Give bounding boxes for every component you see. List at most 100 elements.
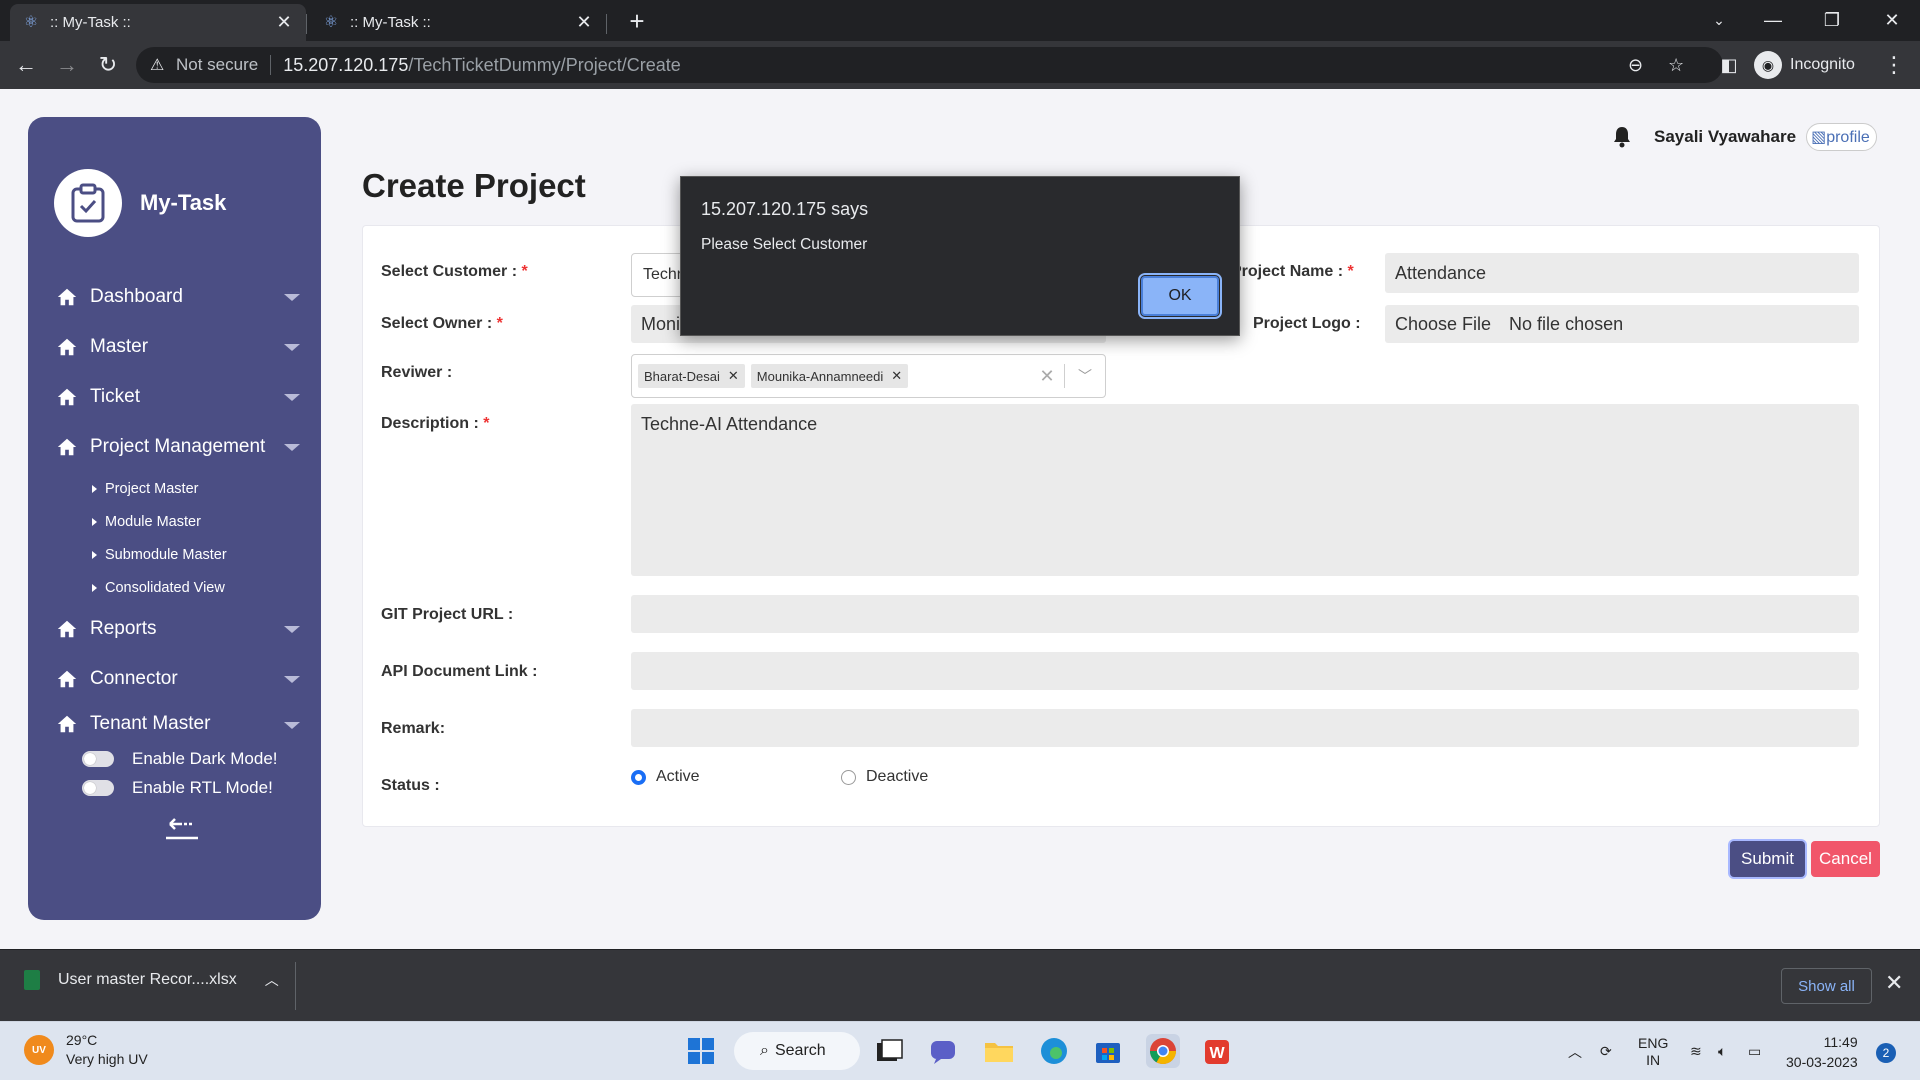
sidebar-item-consolidated-view[interactable]: Consolidated View [92, 571, 296, 604]
tab-title: :: My-Task :: [50, 14, 131, 31]
sidebar-item-ticket[interactable]: Ticket [56, 372, 300, 422]
sidebar-item-project-management[interactable]: Project Management [56, 422, 300, 472]
reviewer-multiselect[interactable]: Bharat-Desai ✕ Mounika-Annamneedi ✕ ✕ ﹀ [631, 354, 1106, 398]
volume-icon[interactable]: 🔈︎ [1718, 1022, 1726, 1080]
caret-down-icon [284, 294, 300, 301]
clipboard-check-icon [54, 169, 122, 237]
forward-button[interactable]: → [53, 51, 81, 79]
zoom-icon[interactable]: ⊖ [1628, 47, 1643, 83]
sidebar-item-module-master[interactable]: Module Master [92, 505, 296, 538]
language-indicator[interactable]: ENG IN [1638, 1022, 1668, 1080]
description-label-text: Description : [381, 415, 479, 432]
status-label: Status : [381, 777, 440, 794]
tab-search-icon[interactable]: ⌄ [1699, 6, 1739, 34]
caret-right-icon [92, 484, 97, 493]
api-doc-input[interactable] [631, 652, 1859, 690]
chevron-up-icon[interactable]: ︿ [265, 970, 279, 990]
submenu-label: Module Master [105, 513, 201, 530]
file-explorer-icon[interactable] [982, 1034, 1016, 1068]
sidebar-item-master[interactable]: Master [56, 322, 300, 372]
alert-dialog: 15.207.120.175 says Please Select Custom… [680, 176, 1240, 336]
radio-label: Active [656, 768, 700, 785]
warning-icon[interactable]: ⚠ [150, 55, 170, 75]
bell-icon[interactable] [1612, 126, 1632, 148]
git-url-input[interactable] [631, 595, 1859, 633]
sidebar-item-reports[interactable]: Reports [56, 604, 300, 654]
security-label[interactable]: Not secure [176, 55, 258, 75]
battery-icon[interactable]: ▭ [1748, 1022, 1761, 1080]
close-window-button[interactable]: ✕ [1872, 6, 1912, 34]
remove-chip-icon[interactable]: ✕ [891, 368, 902, 384]
browser-tab-bar: ⚛ :: My-Task :: ✕ ⚛ :: My-Task :: ✕ + ⌄ … [0, 0, 1920, 41]
wifi-icon[interactable]: ≋ [1690, 1022, 1702, 1080]
restore-button[interactable]: ❐ [1812, 6, 1852, 34]
user-header: Sayali Vyawahare ▧profile [1612, 123, 1877, 151]
side-panel-icon[interactable]: ◧ [1715, 51, 1743, 79]
download-item[interactable]: User master Recor....xlsx ︿ [24, 970, 279, 990]
weather-widget[interactable]: UV 29°C Very high UV [24, 1031, 148, 1069]
project-name-input[interactable]: Attendance [1385, 253, 1859, 293]
notification-badge[interactable]: 2 [1876, 1043, 1896, 1063]
caret-down-icon [284, 626, 300, 633]
reload-button[interactable]: ↻ [94, 51, 122, 79]
collapse-sidebar-button[interactable] [162, 814, 202, 844]
dialog-ok-button[interactable]: OK [1138, 273, 1222, 319]
cancel-button[interactable]: Cancel [1811, 841, 1880, 877]
sidebar-item-submodule-master[interactable]: Submodule Master [92, 538, 296, 571]
caret-right-icon [92, 517, 97, 526]
sync-icon[interactable]: ⟳ [1600, 1022, 1612, 1080]
dark-mode-toggle[interactable] [82, 750, 114, 767]
sidebar-item-dashboard[interactable]: Dashboard [56, 272, 300, 322]
bookmark-star-icon[interactable]: ☆ [1668, 47, 1684, 83]
project-name-value: Attendance [1395, 262, 1487, 283]
owner-label-text: Select Owner : [381, 315, 493, 332]
description-value: Techne-AI Attendance [641, 414, 818, 434]
edge-browser-icon[interactable] [1037, 1034, 1071, 1068]
download-filename: User master Recor....xlsx [58, 971, 237, 988]
system-clock[interactable]: 11:49 30-03-2023 [1786, 1032, 1858, 1072]
teams-chat-icon[interactable] [926, 1034, 960, 1068]
choose-file-button[interactable]: Choose File [1395, 314, 1509, 335]
clear-icon[interactable]: ✕ [1030, 366, 1064, 387]
home-icon [57, 388, 77, 406]
chrome-icon[interactable] [1146, 1034, 1180, 1068]
task-view-icon[interactable] [872, 1034, 906, 1068]
browser-tab-2[interactable]: ⚛ :: My-Task :: ✕ [310, 4, 606, 41]
microsoft-store-icon[interactable] [1091, 1034, 1125, 1068]
minimize-button[interactable]: — [1753, 6, 1793, 34]
avatar[interactable]: ▧profile [1806, 123, 1877, 151]
browser-tab-1[interactable]: ⚛ :: My-Task :: ✕ [10, 4, 306, 41]
close-tab-icon[interactable]: ✕ [274, 12, 294, 33]
sidebar-item-project-master[interactable]: Project Master [92, 472, 296, 505]
project-logo-file-input[interactable]: Choose File No file chosen [1385, 305, 1859, 343]
address-bar[interactable]: ⚠ Not secure 15.207.120.175 /TechTicketD… [136, 47, 1723, 83]
username[interactable]: Sayali Vyawahare [1654, 127, 1796, 147]
taskbar-search[interactable]: ⌕ Search [734, 1032, 860, 1070]
menu-kebab-icon[interactable]: ⋮ [1880, 51, 1908, 79]
remove-chip-icon[interactable]: ✕ [728, 368, 739, 384]
wps-office-icon[interactable]: W [1201, 1034, 1235, 1068]
sidebar-item-connector[interactable]: Connector [56, 654, 300, 704]
show-hidden-icons[interactable]: ︿ [1568, 1022, 1582, 1080]
submit-button[interactable]: Submit [1730, 841, 1805, 877]
windows-taskbar: UV 29°C Very high UV ⌕ Search W ︿ ⟳ ENG … [0, 1021, 1920, 1080]
back-button[interactable]: ← [12, 51, 40, 79]
chevron-down-icon[interactable]: ﹀ [1065, 366, 1105, 386]
tab-divider [306, 14, 307, 34]
description-textarea[interactable]: Techne-AI Attendance [631, 404, 1859, 576]
remark-input[interactable] [631, 709, 1859, 747]
home-icon [57, 338, 77, 356]
close-download-bar-icon[interactable]: ✕ [1885, 970, 1903, 996]
weather-text: 29°C Very high UV [66, 1031, 148, 1069]
show-all-button[interactable]: Show all [1781, 968, 1872, 1004]
sidebar-item-tenant-master[interactable]: Tenant Master [56, 704, 300, 744]
incognito-indicator[interactable]: ◉ Incognito [1754, 47, 1855, 83]
status-deactive-radio[interactable]: Deactive [841, 768, 928, 786]
rtl-mode-toggle[interactable] [82, 779, 114, 796]
status-active-radio[interactable]: Active [631, 768, 700, 786]
new-tab-button[interactable]: + [624, 8, 650, 34]
brand[interactable]: My-Task [54, 169, 226, 237]
download-divider [295, 962, 296, 1010]
windows-start-icon[interactable] [684, 1034, 718, 1068]
close-tab-icon[interactable]: ✕ [574, 12, 594, 33]
